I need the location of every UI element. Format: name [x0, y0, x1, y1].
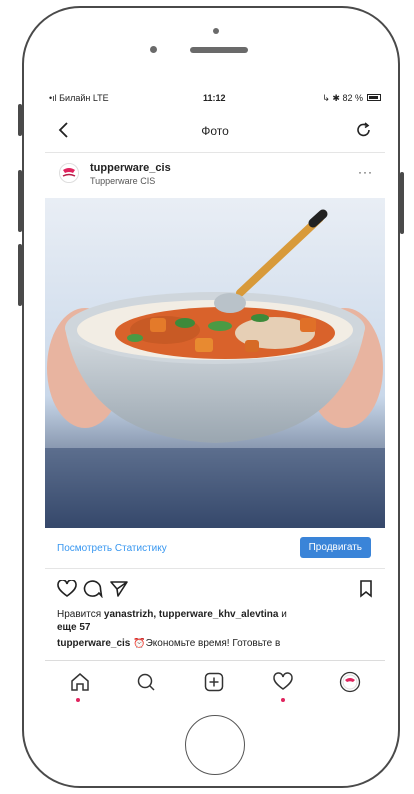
add-icon[interactable] — [203, 671, 225, 698]
refresh-icon[interactable] — [355, 121, 373, 144]
view-statistics-link[interactable]: Посмотреть Статистику — [57, 543, 167, 554]
proximity-sensor — [213, 28, 219, 34]
post-subtitle: Tupperware CIS — [90, 176, 156, 186]
carrier-label: •ıl Билайн LTE — [49, 93, 109, 103]
likes-names[interactable]: yanastrizh, tupperware_khv_alevtina — [104, 609, 279, 620]
nav-bar: Фото — [45, 110, 385, 153]
activity-notification-dot — [281, 698, 285, 702]
power-button — [400, 172, 404, 234]
caption-username[interactable]: tupperware_cis — [57, 638, 130, 649]
post-actions — [45, 572, 385, 606]
share-icon[interactable] — [109, 580, 129, 603]
front-camera — [150, 46, 157, 53]
heart-icon[interactable] — [272, 671, 294, 698]
battery-label: ↳ ✱ 82 % — [322, 93, 363, 103]
status-bar: •ıl Билайн LTE 11:12 ↳ ✱ 82 % — [45, 88, 385, 108]
home-button[interactable] — [185, 715, 245, 775]
post-header: tupperware_cis Tupperware CIS ··· — [45, 152, 385, 196]
bookmark-icon[interactable] — [359, 580, 373, 603]
promote-button[interactable]: Продвигать — [299, 537, 371, 558]
more-options-icon[interactable]: ··· — [358, 165, 373, 179]
post-photo[interactable] — [45, 198, 385, 528]
avatar[interactable] — [59, 163, 79, 183]
clock: 11:12 — [203, 93, 226, 103]
search-icon[interactable] — [135, 671, 157, 698]
screen: •ıl Билайн LTE 11:12 ↳ ✱ 82 % Фото tuppe… — [45, 88, 385, 708]
battery-icon — [367, 94, 381, 101]
home-icon[interactable] — [69, 671, 91, 698]
post-username[interactable]: tupperware_cis — [90, 162, 171, 174]
earpiece-speaker — [190, 47, 248, 53]
likes-more[interactable]: еще 57 — [57, 622, 90, 633]
caption-body: ⏰Экономьте время! Готовьте в — [130, 638, 281, 649]
comment-icon[interactable] — [83, 580, 103, 603]
likes-prefix: Нравится — [57, 609, 104, 620]
page-title: Фото — [201, 124, 229, 138]
caption-text: tupperware_cis ⏰Экономьте время! Готовьт… — [57, 638, 373, 651]
likes-and: и — [278, 609, 287, 620]
likes-text: Нравится yanastrizh, tupperware_khv_alev… — [57, 608, 373, 634]
promo-row: Посмотреть Статистику Продвигать — [45, 528, 385, 569]
home-notification-dot — [76, 698, 80, 702]
heart-icon[interactable] — [57, 579, 77, 603]
tab-bar — [45, 660, 385, 708]
profile-icon[interactable] — [339, 671, 361, 698]
